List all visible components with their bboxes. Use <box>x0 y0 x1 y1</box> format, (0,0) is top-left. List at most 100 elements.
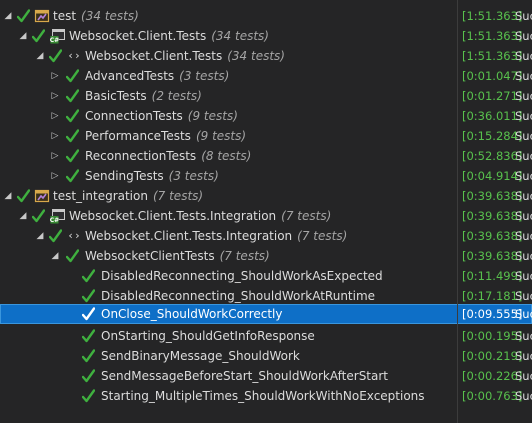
expand-collapse-arrow-icon[interactable]: ◢ <box>3 6 13 26</box>
test-name: Starting_MultipleTimes_ShouldWorkWithNoE… <box>101 389 425 403</box>
tree-row[interactable]: ▷ PerformanceTests (9 tests) [0:15.284]Suc <box>0 126 532 146</box>
test-count: (34 tests) <box>211 29 269 43</box>
test-name: Websocket.Client.Tests.Integration <box>85 229 293 243</box>
passed-check-icon <box>65 109 80 123</box>
expand-collapse-arrow-icon[interactable]: ◢ <box>35 46 45 66</box>
test-duration: [0:01.047] <box>462 69 523 83</box>
test-result: Suc <box>515 149 532 163</box>
test-result: Suc <box>515 389 532 403</box>
tree-row-label: OnClose_ShouldWorkCorrectly <box>101 304 282 324</box>
column-divider <box>457 0 458 423</box>
test-duration: [0:39.638] <box>462 209 523 223</box>
expand-arrow-icon[interactable]: ▷ <box>50 166 60 186</box>
tree-row[interactable]: ◢ C# Websocket.Client.Tests (34 tests) [1:51… <box>0 26 532 46</box>
test-project-icon <box>34 188 50 204</box>
tree-row[interactable]: ▷ ReconnectionTests (8 tests) [0:52.836]Suc <box>0 146 532 166</box>
test-duration: [0:04.914] <box>462 169 523 183</box>
tree-row-label: SendingTests (3 tests) <box>85 166 219 186</box>
test-name: DisabledReconnecting_ShouldWorkAsExpecte… <box>101 269 383 283</box>
expand-collapse-arrow-icon[interactable]: ◢ <box>50 246 60 266</box>
tree-row[interactable]: SendMessageBeforeStart_ShouldWorkAfterSt… <box>0 366 532 386</box>
expand-arrow-icon[interactable]: ▷ <box>50 66 60 86</box>
tree-row[interactable]: ◢ C# Websocket.Client.Tests.Integration (7 … <box>0 206 532 226</box>
tree-row[interactable]: ▷ BasicTests (2 tests) [0:01.271]Suc <box>0 86 532 106</box>
passed-check-icon <box>16 9 31 23</box>
tree-row-label: SendBinaryMessage_ShouldWork <box>101 346 300 366</box>
expand-arrow-icon[interactable]: ▷ <box>50 86 60 106</box>
passed-check-icon <box>65 169 80 183</box>
test-duration: [0:01.271] <box>462 89 523 103</box>
test-count: (7 tests) <box>152 189 204 203</box>
tree-row[interactable]: DisabledReconnecting_ShouldWorkAsExpecte… <box>0 266 532 286</box>
tree-row-label: Websocket.Client.Tests.Integration (7 tes… <box>85 226 347 246</box>
tree-row-label: Websocket.Client.Tests.Integration (7 tes… <box>69 206 331 226</box>
expand-arrow-icon[interactable]: ▷ <box>50 146 60 166</box>
tree-row[interactable]: Starting_MultipleTimes_ShouldWorkWithNoE… <box>0 386 532 406</box>
tree-row[interactable]: DisabledReconnecting_ShouldWorkAtRuntime… <box>0 286 532 306</box>
test-name: AdvancedTests <box>85 69 175 83</box>
test-duration: [0:39.638] <box>462 189 523 203</box>
tree-row[interactable]: ◢ WebsocketClientTests (7 tests) [0:39.638]… <box>0 246 532 266</box>
test-result: Suc <box>515 29 532 43</box>
test-name: SendBinaryMessage_ShouldWork <box>101 349 300 363</box>
test-count: (7 tests) <box>297 229 348 243</box>
test-name: test_integration <box>53 189 148 203</box>
test-duration: [0:11.499] <box>462 269 523 283</box>
passed-check-icon <box>81 329 96 343</box>
test-duration: [0:52.836] <box>462 149 523 163</box>
tree-row-label: DisabledReconnecting_ShouldWorkAtRuntime <box>101 286 375 306</box>
tree-row[interactable]: ▷ SendingTests (3 tests) [0:04.914]Suc <box>0 166 532 186</box>
expand-arrow-icon[interactable]: ▷ <box>50 106 60 126</box>
tree-row[interactable]: OnClose_ShouldWorkCorrectly [0:09.555]Suc <box>0 304 532 324</box>
test-duration: [1:51.363] <box>462 29 523 43</box>
tree-row-label: BasicTests (2 tests) <box>85 86 202 106</box>
passed-check-icon <box>65 69 80 83</box>
test-result: Suc <box>515 89 532 103</box>
test-result: Suc <box>515 69 532 83</box>
tree-row[interactable]: ◢ ‹› Websocket.Client.Tests (34 tests) [1:51… <box>0 46 532 66</box>
test-count: (34 tests) <box>81 9 139 23</box>
expand-collapse-arrow-icon[interactable]: ◢ <box>18 206 28 226</box>
tree-row-label: Websocket.Client.Tests (34 tests) <box>69 26 269 46</box>
test-duration: [0:00.763] <box>462 389 523 403</box>
tree-row-label: test_integration (7 tests) <box>53 186 203 206</box>
tree-row-label: PerformanceTests (9 tests) <box>85 126 246 146</box>
tree-row[interactable]: OnStarting_ShouldGetInfoResponse [0:00.19… <box>0 326 532 346</box>
test-name: OnClose_ShouldWorkCorrectly <box>101 307 283 321</box>
passed-check-icon <box>81 369 96 383</box>
test-name: PerformanceTests <box>85 129 191 143</box>
test-result: Suc <box>515 9 532 23</box>
test-duration: [0:36.011] <box>462 109 523 123</box>
expand-arrow-icon[interactable]: ▷ <box>50 126 60 146</box>
test-result: Suc <box>515 229 532 243</box>
test-name: Websocket.Client.Tests <box>69 29 207 43</box>
tree-row-label: WebsocketClientTests (7 tests) <box>85 246 270 266</box>
expand-collapse-arrow-icon[interactable]: ◢ <box>18 26 28 46</box>
test-name: SendMessageBeforeStart_ShouldWorkAfterSt… <box>101 369 389 383</box>
test-name: WebsocketClientTests <box>85 249 215 263</box>
passed-check-icon <box>48 229 63 243</box>
tree-row[interactable]: ◢ test_integration (7 tests) [0:39.638]Suc <box>0 186 532 206</box>
test-result: Suc <box>515 249 532 263</box>
tree-row[interactable]: ◢ ‹› Websocket.Client.Tests.Integration (7 … <box>0 226 532 246</box>
passed-check-icon <box>31 209 46 223</box>
test-result: Suc <box>515 289 532 303</box>
test-name: Websocket.Client.Tests <box>85 49 223 63</box>
namespace-icon: ‹› <box>67 229 81 242</box>
tree-row-label: test (34 tests) <box>53 6 139 26</box>
passed-check-icon <box>31 29 46 43</box>
test-name: DisabledReconnecting_ShouldWorkAtRuntime <box>101 289 376 303</box>
passed-check-icon <box>65 129 80 143</box>
tree-row-label: Starting_MultipleTimes_ShouldWorkWithNoE… <box>101 386 425 406</box>
tree-row[interactable]: SendBinaryMessage_ShouldWork [0:00.219] Su… <box>0 346 532 366</box>
tree-row[interactable]: ▷ ConnectionTests (9 tests) [0:36.011]Suc <box>0 106 532 126</box>
tree-row[interactable]: ◢ test (34 tests) [1:51.363]Suc <box>0 6 532 26</box>
tree-row[interactable]: ▷ AdvancedTests (3 tests) [0:01.047]Suc <box>0 66 532 86</box>
tree-row-label: OnStarting_ShouldGetInfoResponse <box>101 326 315 346</box>
test-result: Suc <box>515 129 532 143</box>
expand-collapse-arrow-icon[interactable]: ◢ <box>3 186 13 206</box>
test-count: (9 tests) <box>195 129 247 143</box>
passed-check-icon <box>81 389 96 403</box>
test-result: Suc <box>515 169 532 183</box>
expand-collapse-arrow-icon[interactable]: ◢ <box>35 226 45 246</box>
